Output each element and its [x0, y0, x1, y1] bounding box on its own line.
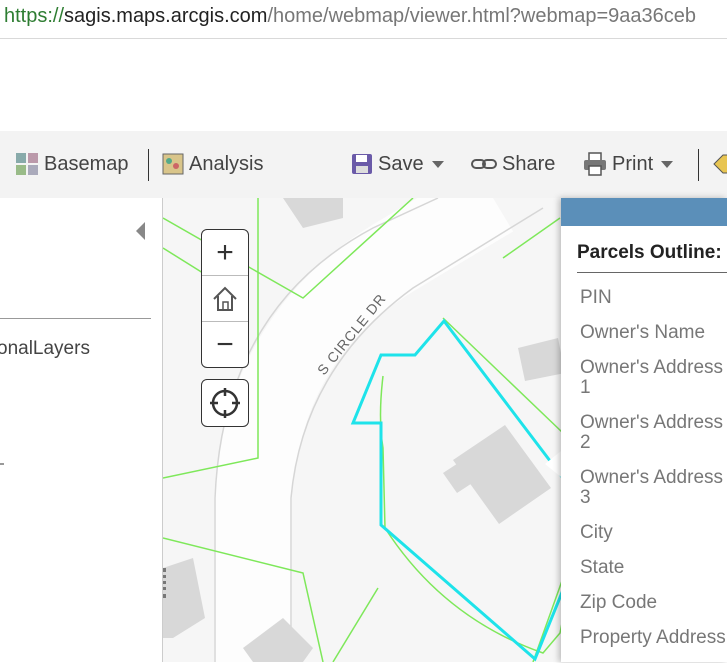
home-button[interactable]	[202, 276, 248, 322]
chevron-down-icon	[431, 160, 444, 168]
popup-header	[561, 198, 727, 226]
layer-item-label[interactable]: onalLayers	[0, 338, 90, 360]
zoom-control: + −	[201, 229, 249, 368]
url-text[interactable]: https://sagis.maps.arcgis.com/home/webma…	[4, 5, 696, 28]
save-label: Save	[378, 152, 424, 175]
floppy-disk-icon	[352, 154, 372, 174]
zoom-out-button[interactable]: −	[202, 322, 248, 367]
zoom-in-button[interactable]: +	[202, 230, 248, 276]
home-icon	[213, 286, 237, 311]
field-label: 1	[580, 377, 591, 398]
share-label: Share	[502, 152, 556, 175]
field-label: Property Address	[580, 627, 726, 648]
popup-field-list: PIN Owner's Name Owner's Address 1 Owner…	[580, 288, 727, 663]
field-label: Owner's Address	[580, 357, 724, 378]
contents-panel: onalLayers	[0, 198, 163, 662]
toolbar-divider	[148, 149, 149, 181]
popup-divider	[577, 272, 727, 273]
more-tool-button[interactable]	[712, 151, 727, 177]
analysis-icon	[162, 153, 184, 175]
tree-marker	[0, 463, 4, 465]
map-toolbar: Basemap Analysis Save Share Print	[0, 131, 727, 199]
crosshair-icon	[210, 388, 240, 418]
printer-icon	[584, 152, 606, 176]
save-button[interactable]: Save	[351, 151, 444, 177]
basemap-icon	[16, 153, 38, 175]
share-button[interactable]: Share	[471, 151, 555, 177]
link-icon	[471, 159, 497, 169]
chevron-down-icon	[661, 160, 674, 168]
basemap-label: Basemap	[44, 152, 129, 175]
toolbar-divider	[698, 149, 699, 181]
field-label: 2	[580, 432, 591, 453]
panel-divider	[0, 318, 151, 319]
field-label: Owner's Name	[580, 322, 706, 343]
panel-resize-handle[interactable]	[163, 568, 169, 598]
popup-pointer	[545, 451, 561, 477]
field-label: Owner's Address	[580, 467, 724, 488]
field-label: PIN	[580, 287, 612, 308]
locate-button[interactable]	[201, 379, 249, 427]
analysis-label: Analysis	[189, 152, 264, 175]
field-label: Owner's Address	[580, 412, 724, 433]
field-label: Zip Code	[580, 592, 658, 613]
field-label: City	[580, 522, 613, 543]
field-label: 3	[580, 487, 591, 508]
collapse-panel-icon[interactable]	[136, 222, 145, 240]
basemap-button[interactable]: Basemap	[15, 151, 129, 177]
popup-title: Parcels Outline:	[577, 242, 722, 263]
feature-popup: Parcels Outline: PIN Owner's Name Owner'…	[561, 198, 727, 662]
analysis-button[interactable]: Analysis	[162, 151, 263, 177]
tag-icon	[713, 154, 727, 174]
print-button[interactable]: Print	[583, 151, 674, 177]
print-label: Print	[612, 152, 654, 175]
field-label: State	[580, 557, 625, 578]
browser-address-bar[interactable]: https://sagis.maps.arcgis.com/home/webma…	[0, 0, 727, 39]
